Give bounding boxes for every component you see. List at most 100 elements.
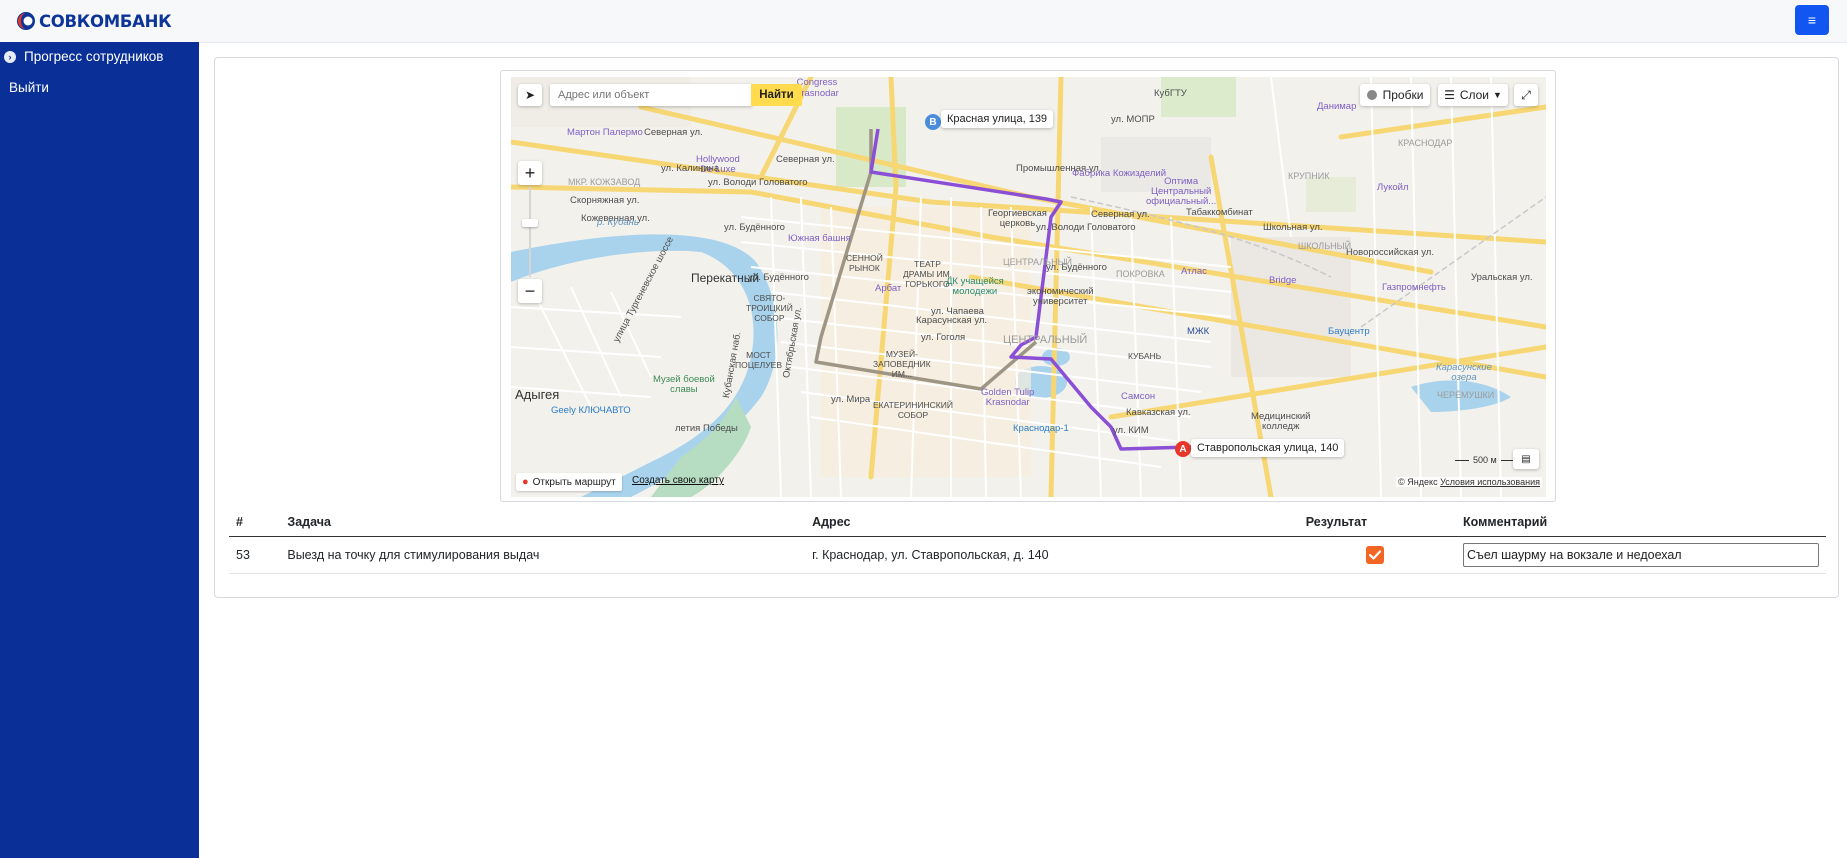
terms-link[interactable]: Условия использования: [1440, 477, 1540, 487]
map-label-golovatogo: ул. Володи Головатого: [708, 177, 808, 188]
navigation-arrow-icon: ➤: [524, 88, 536, 102]
map-label-ekaterininsky: ЕКАТЕРИНИНСКИЙ СОБОР: [873, 400, 953, 420]
yandex-map[interactable]: Congress Krasnodar КубГТУ Данимар КРАСНО…: [511, 77, 1546, 497]
map-label-mira: ул. Мира: [831, 394, 871, 405]
route-point-a-label: Ставропольская улица, 140: [1191, 439, 1345, 457]
traffic-light-icon: [1366, 90, 1377, 100]
traffic-button[interactable]: Пробки: [1360, 84, 1430, 106]
map-label-samson: Самсон: [1121, 391, 1156, 402]
map-label-uralskaya: Уральская ул.: [1471, 272, 1533, 283]
map-label-tabak: Табаккомбинат: [1186, 207, 1253, 218]
col-task-header: Задача: [280, 508, 806, 537]
sovcombank-logo-icon: [17, 12, 35, 30]
traffic-label: Пробки: [1382, 88, 1424, 102]
layers-label: Слои: [1459, 88, 1490, 102]
map-label-gazprom: Газпромнефть: [1382, 282, 1446, 293]
col-comment-header: Комментарий: [1456, 508, 1826, 537]
map-label-marton: Мартон Палермо: [567, 127, 643, 138]
layers-button[interactable]: ☰ Слои ▼: [1438, 84, 1508, 106]
map-label-yuzhnaya: Южная башня: [788, 233, 851, 244]
map-label-kavkazskaya: Кавказская ул.: [1126, 407, 1191, 418]
scale-bar: [1455, 459, 1469, 461]
map-label-krasnodar1: Краснодар-1: [1013, 423, 1069, 434]
table-row: 53 Выезд на точку для стимулирования выд…: [229, 536, 1826, 574]
map-label-svyato: СВЯТО- ТРОИЦКИЙ СОБОР: [746, 293, 793, 323]
map-label-muzey: МУЗЕЙ- ЗАПОВЕДНИК ИМ...: [873, 349, 931, 379]
map-label-novorossiyskaya: Новороссийская ул.: [1346, 247, 1434, 258]
zoom-slider[interactable]: [529, 187, 531, 277]
map-label-kuban-stadium: КУБАНЬ: [1128, 351, 1162, 361]
map-label-kim: ул. КИМ: [1113, 425, 1149, 436]
map-label-dk: ДК учащейся молодежи: [946, 276, 1004, 297]
sidebar-item-employee-progress[interactable]: › Прогресс сотрудников: [4, 49, 163, 64]
map-label-shkolny: ШКОЛЬНЫЙ: [1298, 241, 1352, 251]
table-header-row: # Задача Адрес Результат Комментарий: [229, 508, 1826, 537]
scale-label: 500 м: [1473, 455, 1497, 465]
map-label-severnaya-3: Северная ул.: [1091, 209, 1150, 220]
arrow-circle-icon: ›: [4, 50, 16, 63]
map-label-kuban-river: р. Кубань: [597, 217, 639, 228]
route-point-b-pin[interactable]: B: [925, 114, 941, 130]
map-label-teatr: ТЕАТР ДРАМЫ ИМ. ГОРЬКОГО: [903, 259, 953, 289]
map-label-promyshlennaya: Промышленная ул.: [1016, 163, 1102, 174]
map-pin-icon: ●: [522, 476, 529, 488]
map-label-senoy: СЕННОЙ РЫНОК: [846, 253, 883, 273]
open-route-button[interactable]: ● Открыть маршрут: [516, 473, 622, 491]
brand-name: СОВКОМБАНК: [39, 11, 172, 31]
col-result-header: Результат: [1298, 508, 1456, 537]
map-label-bridge: Bridge: [1269, 275, 1297, 286]
map-label-gogolya: ул. Гоголя: [921, 332, 966, 343]
col-address-header: Адрес: [805, 508, 1299, 537]
task-address: г. Краснодар, ул. Ставропольская, д. 140: [805, 536, 1299, 574]
map-label-golden: Golden Tulip Krasnodar: [981, 387, 1035, 408]
map-search-button[interactable]: Найти: [751, 84, 802, 106]
result-cell: [1298, 536, 1456, 574]
map-search-input[interactable]: [550, 84, 752, 106]
checkmark-icon: [1368, 549, 1381, 560]
map-label-economic: экономический университет: [1027, 286, 1094, 307]
layers-icon: ☰: [1444, 88, 1455, 102]
task-number: 53: [229, 536, 281, 574]
map-label-shkolnaya: Школьная ул.: [1263, 222, 1323, 233]
route-point-a-pin[interactable]: A: [1175, 441, 1191, 457]
map-label-adygeya: Адыгея: [515, 387, 560, 402]
map-label-budennogo: ул. Будённого: [724, 222, 785, 233]
expand-icon: ⤢: [1521, 87, 1531, 102]
map-label-pokrovka: ПОКРОВКА: [1116, 269, 1165, 279]
map-label-pobedy: летия Победы: [675, 423, 738, 434]
map-label-karasun: Карасунские озера: [1436, 362, 1492, 383]
result-checkbox[interactable]: [1365, 545, 1384, 564]
fullscreen-button[interactable]: ⤢: [1514, 84, 1538, 106]
map-label-atlas: Атлас: [1181, 266, 1207, 277]
map-label-kubgtu: КубГТУ: [1154, 88, 1187, 99]
map-label-danimar: Данимар: [1317, 101, 1357, 112]
zoom-slider-handle[interactable]: [522, 219, 538, 227]
copyright-text: © Яндекс: [1398, 477, 1438, 487]
top-navbar: СОВКОМБАНК ≡: [0, 0, 1847, 43]
map-label-baucenter: Бауцентр: [1328, 326, 1370, 337]
ruler-button[interactable]: ▤: [1513, 449, 1539, 469]
sidebar-item-label: Прогресс сотрудников: [24, 49, 164, 64]
brand-logo[interactable]: СОВКОМБАНК: [16, 10, 172, 32]
chevron-down-icon: ▼: [1493, 90, 1502, 100]
sidebar-item-logout[interactable]: Выйти: [9, 80, 49, 95]
zoom-in-button[interactable]: +: [518, 161, 542, 185]
create-map-link[interactable]: Создать свою карту: [632, 475, 724, 486]
geolocation-button[interactable]: ➤: [518, 84, 542, 106]
map-label-geely: Geely КЛЮЧАВТО: [551, 405, 631, 416]
hamburger-menu-button[interactable]: ≡: [1795, 5, 1829, 35]
map-label-golovatogo-2: ул. Володи Головатого: [1036, 222, 1136, 233]
map-label-medcollege: Медицинский колледж: [1251, 411, 1311, 432]
map-label-centralny: ЦЕНТРАЛЬНЫЙ: [1003, 257, 1073, 267]
map-label-severnaya-1: Северная ул.: [644, 127, 703, 138]
zoom-out-button[interactable]: −: [518, 279, 542, 303]
route-point-b-label: Красная улица, 139: [941, 110, 1054, 128]
map-label-mopr: ул. МОПР: [1111, 114, 1155, 125]
sidebar: › Прогресс сотрудников Выйти: [0, 42, 199, 858]
comment-input[interactable]: [1463, 543, 1819, 567]
tasks-table: # Задача Адрес Результат Комментарий 53 …: [229, 508, 1826, 574]
task-description: Выезд на точку для стимулирования выдач: [280, 536, 806, 574]
map-label-skorniazhnaya: Скорняжная ул.: [570, 195, 640, 206]
map-label-muzey-boevoy: Музей боевой славы: [653, 374, 715, 395]
map-label-mzh: МЖК: [1187, 326, 1210, 337]
